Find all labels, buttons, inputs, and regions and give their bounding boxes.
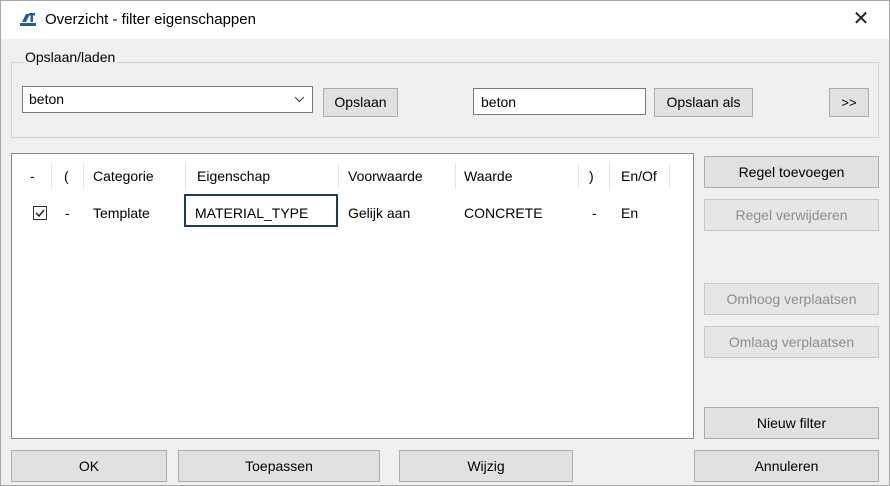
title-bar: Overzicht - filter eigenschappen ✕ [1, 1, 889, 39]
move-down-button[interactable]: Omlaag verplaatsen [704, 326, 879, 358]
column-header-value[interactable]: Waarde [464, 163, 513, 189]
column-header-check[interactable]: - [30, 163, 35, 189]
column-header-open-paren[interactable]: ( [64, 163, 69, 189]
row-condition[interactable]: Gelijk aan [348, 200, 410, 226]
row-enabled-checkbox[interactable] [33, 206, 47, 220]
cancel-button[interactable]: Annuleren [694, 450, 879, 482]
chevron-down-icon [294, 90, 305, 111]
filter-rules-table[interactable]: - ( Categorie Eigenschap Voorwaarde Waar… [11, 153, 694, 439]
remove-row-button[interactable]: Regel verwijderen [704, 199, 879, 231]
apply-button[interactable]: Toepassen [178, 450, 380, 482]
row-category[interactable]: Template [93, 200, 150, 226]
row-property[interactable]: MATERIAL_TYPE [195, 200, 308, 226]
close-button[interactable]: ✕ [849, 7, 873, 31]
move-up-button[interactable]: Omhoog verplaatsen [704, 283, 879, 315]
column-header-and-or[interactable]: En/Of [621, 163, 657, 189]
saved-filter-dropdown[interactable]: beton [22, 86, 313, 113]
column-header-property[interactable]: Eigenschap [197, 163, 270, 189]
save-as-button[interactable]: Opslaan als [654, 88, 753, 117]
column-header-condition[interactable]: Voorwaarde [348, 163, 423, 189]
window-title: Overzicht - filter eigenschappen [45, 11, 256, 28]
save-load-group-label: Opslaan/laden [23, 49, 118, 65]
row-and-or[interactable]: En [621, 200, 638, 226]
add-row-button[interactable]: Regel toevoegen [704, 156, 879, 188]
new-filter-button[interactable]: Nieuw filter [704, 407, 879, 439]
save-as-name-input[interactable]: beton [473, 88, 646, 115]
app-logo-icon [18, 11, 38, 27]
checkmark-icon [35, 209, 45, 218]
column-header-close-paren[interactable]: ) [589, 163, 594, 189]
save-button[interactable]: Opslaan [323, 88, 398, 117]
column-header-category[interactable]: Categorie [93, 163, 154, 189]
dialog-window: Overzicht - filter eigenschappen ✕ Opsla… [0, 0, 890, 486]
row-value[interactable]: CONCRETE [464, 200, 543, 226]
more-button[interactable]: >> [829, 88, 869, 117]
table-row[interactable]: - Template MATERIAL_TYPE Gelijk aan CONC… [12, 194, 693, 227]
modify-button[interactable]: Wijzig [399, 450, 573, 482]
saved-filter-value: beton [29, 91, 65, 107]
row-close-paren[interactable]: - [592, 200, 597, 226]
ok-button[interactable]: OK [11, 450, 167, 482]
row-dash: - [65, 205, 70, 221]
